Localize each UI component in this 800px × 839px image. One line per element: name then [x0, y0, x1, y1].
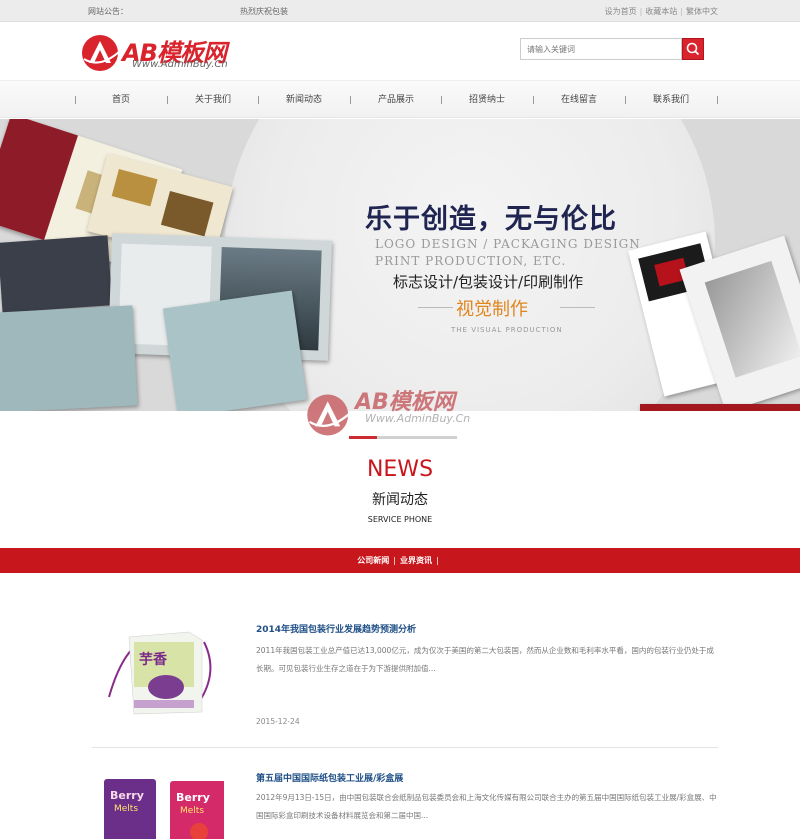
search-icon	[686, 42, 700, 56]
brochure-image	[162, 290, 308, 411]
logo-emblem-icon	[307, 394, 352, 436]
news-tabs: 公司新闻 | 业界资讯 |	[0, 548, 800, 573]
nav-item-about[interactable]: 关于我们	[167, 81, 259, 119]
nav-item-news[interactable]: 新闻动态	[258, 81, 350, 119]
bookmark-link[interactable]: 收藏本站	[645, 7, 677, 16]
brochure-image	[0, 305, 138, 411]
site-notice-label: 网站公告：	[88, 7, 128, 16]
header: AB模板网 Www.AdminBuy.Cn	[0, 22, 800, 80]
tab-industry-news[interactable]: 业界资讯	[400, 556, 432, 565]
top-links: 设为首页 | 收藏本站 | 繁体中文	[604, 7, 718, 16]
divider	[92, 747, 718, 748]
logo-emblem-icon	[82, 35, 121, 71]
tab-company-news[interactable]: 公司新闻	[357, 556, 389, 565]
search-box	[520, 38, 704, 60]
svg-text:Melts: Melts	[114, 804, 138, 814]
news-description: 2011年我国包装工业总产值已达13,000亿元，成为仅次于美国的第二大包装国，…	[256, 646, 714, 673]
banner-line-1: LOGO DESIGN / PACKAGING DESIGN	[375, 237, 641, 251]
logo-url: Www.AdminBuy.Cn	[132, 59, 228, 70]
list-item[interactable]: 芋香 2014年我国包装行业发展趋势预测分析 2011年我国包装工业总产值已达1…	[90, 612, 720, 742]
set-homepage-link[interactable]: 设为首页	[605, 7, 637, 16]
nav-item-home[interactable]: 首页	[75, 81, 167, 119]
list-item[interactable]: Berry Melts Berry Melts 第五届中国国际纸包装工业展/彩盒…	[90, 765, 720, 839]
svg-text:Melts: Melts	[180, 806, 204, 816]
banner-line-3: 标志设计/包装设计/印刷制作	[393, 273, 584, 291]
news-title[interactable]: 第五届中国国际纸包装工业展/彩盒展	[256, 771, 403, 784]
search-button[interactable]	[682, 38, 704, 60]
nav-item-contact[interactable]: 联系我们	[625, 81, 717, 119]
nav-item-products[interactable]: 产品展示	[350, 81, 442, 119]
svg-text:Berry: Berry	[110, 789, 144, 802]
banner-line-4: 视觉制作	[456, 299, 528, 320]
svg-text:芋香: 芋香	[139, 651, 168, 668]
site-notice-text[interactable]: 热烈庆祝包装	[240, 6, 288, 17]
news-thumbnail[interactable]: Berry Melts Berry Melts	[104, 777, 224, 839]
top-bar: 网站公告： 热烈庆祝包装 设为首页 | 收藏本站 | 繁体中文	[0, 0, 800, 22]
news-description: 2012年9月13日-15日，由中国包装联合会纸制品包装委员会和上海文化传媒有限…	[256, 793, 717, 820]
search-input[interactable]	[520, 38, 682, 60]
news-thumbnail[interactable]: 芋香	[104, 622, 224, 715]
news-date: 2015-12-24	[256, 717, 300, 726]
news-title-en: NEWS	[366, 457, 434, 482]
banner-line-5: THE VISUAL PRODUCTION	[451, 326, 563, 334]
banner-headline: 乐于创造，无与伦比	[365, 204, 617, 235]
news-title[interactable]: 2014年我国包装行业发展趋势预测分析	[256, 622, 416, 635]
traditional-chinese-link[interactable]: 繁体中文	[686, 7, 718, 16]
brochure-image	[640, 404, 800, 411]
nav-item-jobs[interactable]: 招贤纳士	[441, 81, 533, 119]
svg-text:Berry: Berry	[176, 791, 210, 804]
site-logo[interactable]: AB模板网 Www.AdminBuy.Cn	[80, 33, 250, 73]
hero-banner[interactable]: 乐于创造，无与伦比 LOGO DESIGN / PACKAGING DESIGN…	[0, 119, 800, 411]
nav-item-message[interactable]: 在线留言	[533, 81, 625, 119]
brochure-image	[0, 235, 113, 313]
news-subtitle: SERVICE PHONE	[367, 515, 433, 524]
news-title-cn: 新闻动态	[372, 492, 428, 508]
banner-line-2: PRINT PRODUCTION, ETC.	[375, 254, 567, 268]
watermark-url: Www.AdminBuy.Cn	[365, 412, 471, 425]
watermark-logo: AB模板网 Www.AdminBuy.Cn	[305, 384, 505, 454]
main-nav: 首页 关于我们 新闻动态 产品展示 招贤纳士 在线留言 联系我们	[0, 80, 800, 118]
